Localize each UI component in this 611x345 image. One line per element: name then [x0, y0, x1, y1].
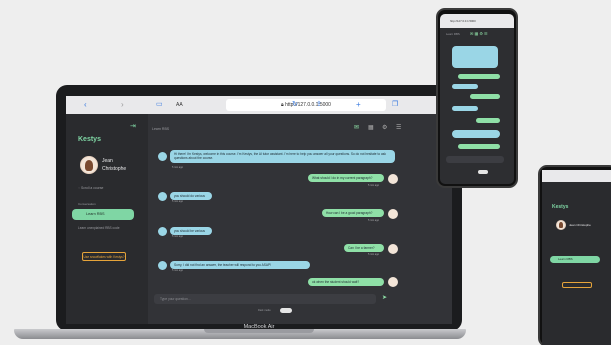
user-name-first: Jean — [102, 158, 113, 164]
new-tab-icon[interactable]: + — [356, 96, 361, 114]
brand-logo: Kestys — [78, 136, 101, 143]
sidebar-icon[interactable]: ▭ — [156, 96, 163, 114]
phone-chat-icon[interactable]: ✉ ▦ ⚙ ☰ — [470, 31, 488, 36]
phone-screen: http://127.0.0.1:5000 Learn RBS ✉ ▦ ⚙ ☰ — [440, 14, 514, 184]
phone-bot-message — [452, 46, 498, 68]
message-time: 5 min ago — [172, 269, 183, 272]
user-message-avatar — [388, 277, 398, 287]
bot-avatar — [158, 261, 167, 270]
message-time: 5 min ago — [368, 184, 379, 187]
user-avatar — [80, 156, 98, 174]
phone2-donate-button[interactable] — [562, 282, 592, 288]
url-bar[interactable]: 🔒︎ http://127.0.0.1:5000 — [226, 99, 386, 111]
phone-user-message — [458, 74, 500, 79]
message-time: 5 min ago — [172, 235, 183, 238]
share-icon[interactable]: ⇪ — [316, 96, 322, 114]
bot-avatar — [158, 152, 167, 161]
message-time: 5 min ago — [172, 166, 183, 169]
message-input[interactable]: Type your question... — [154, 294, 376, 304]
section-label: Conversation — [78, 202, 96, 206]
phone-bot-message — [452, 106, 478, 111]
chat-icon[interactable]: ✉ — [354, 124, 359, 131]
message-time: 5 min ago — [368, 253, 379, 256]
phone-bot-message — [452, 84, 478, 89]
user-message: Can I be a farmer? — [344, 244, 384, 253]
menu-icon[interactable]: ☰ — [396, 124, 401, 131]
donate-button[interactable]: Use snowflakes with Kestys? — [82, 252, 126, 261]
phone2-user-avatar — [556, 220, 566, 230]
phone-url-bar[interactable]: http://127.0.0.1:5000 — [440, 14, 514, 28]
user-message-avatar — [388, 174, 398, 184]
logout-icon[interactable]: ⇥ — [130, 122, 136, 130]
laptop-model-label: MacBook Air — [243, 324, 275, 330]
phone-bot-message — [452, 130, 500, 138]
nav-item-scroll-course[interactable]: ◌ Scroll a course — [78, 186, 103, 190]
phone2-status-bar — [542, 170, 611, 182]
phone-chat-header: Learn RBS — [446, 32, 460, 36]
grid-icon[interactable]: ▦ — [368, 124, 374, 131]
bot-message: Sorry, I did not find an answer, the tea… — [170, 261, 310, 270]
phone-user-message — [476, 118, 500, 123]
user-message-avatar — [388, 209, 398, 219]
back-icon[interactable]: ‹ — [84, 96, 87, 114]
user-message: ok when the student should wait? — [308, 278, 384, 287]
text-size-button[interactable]: AA — [176, 99, 183, 111]
phone-user-message — [470, 94, 500, 99]
phone2-brand: Kestys — [552, 204, 569, 210]
tabs-icon[interactable]: ❐ — [392, 96, 398, 114]
browser-toolbar: ‹ › ▭ AA 🔒︎ http://127.0.0.1:5000 ↻ ⇪ + … — [66, 96, 452, 114]
dark-mode-toggle[interactable] — [280, 308, 292, 313]
dark-mode-label: Dark mode — [258, 309, 271, 312]
user-message-avatar — [388, 244, 398, 254]
chat-panel: Learn RBS ✉ ▦ ⚙ ☰ Hi there! I'm Kestys, … — [148, 114, 452, 324]
user-message: What should I do in my current paragraph… — [308, 174, 384, 183]
settings-icon[interactable]: ⚙ — [382, 124, 387, 131]
active-chat-button[interactable]: Learn RBS — [72, 209, 134, 220]
message-time: 5 min ago — [172, 200, 183, 203]
phone2-user-name: Jean Christophe — [569, 223, 591, 227]
bot-avatar — [158, 192, 167, 201]
bot-avatar — [158, 227, 167, 236]
phone-url-text: http://127.0.0.1:5000 — [450, 19, 476, 23]
message-time: 5 min ago — [368, 219, 379, 222]
phone-user-message — [458, 144, 500, 149]
laptop-screen: ‹ › ▭ AA 🔒︎ http://127.0.0.1:5000 ↻ ⇪ + … — [66, 96, 452, 324]
reload-icon[interactable]: ↻ — [292, 96, 298, 114]
phone2-active-chat-button[interactable]: Learn RBS — [550, 256, 600, 263]
send-icon[interactable]: ➤ — [382, 294, 387, 301]
user-name-last: Christophe — [102, 166, 127, 172]
phone-message-input[interactable] — [446, 156, 504, 163]
phone2-screen: Kestys Jean Christophe Learn RBS — [542, 170, 611, 345]
forward-icon[interactable]: › — [121, 96, 124, 114]
bot-message: Hi there! I'm Kestys, welcome in this co… — [170, 150, 395, 163]
user-message: How can I be a good paragraph? — [322, 209, 384, 218]
nav-item-unexplained[interactable]: Learn unexplained RBS code — [78, 226, 133, 231]
chat-header-title: Learn RBS — [152, 127, 170, 131]
app-sidebar: Kestys ⇥ Jean Christophe ◌ Scroll a cour… — [66, 114, 148, 324]
phone-dark-mode-toggle[interactable] — [478, 170, 488, 174]
